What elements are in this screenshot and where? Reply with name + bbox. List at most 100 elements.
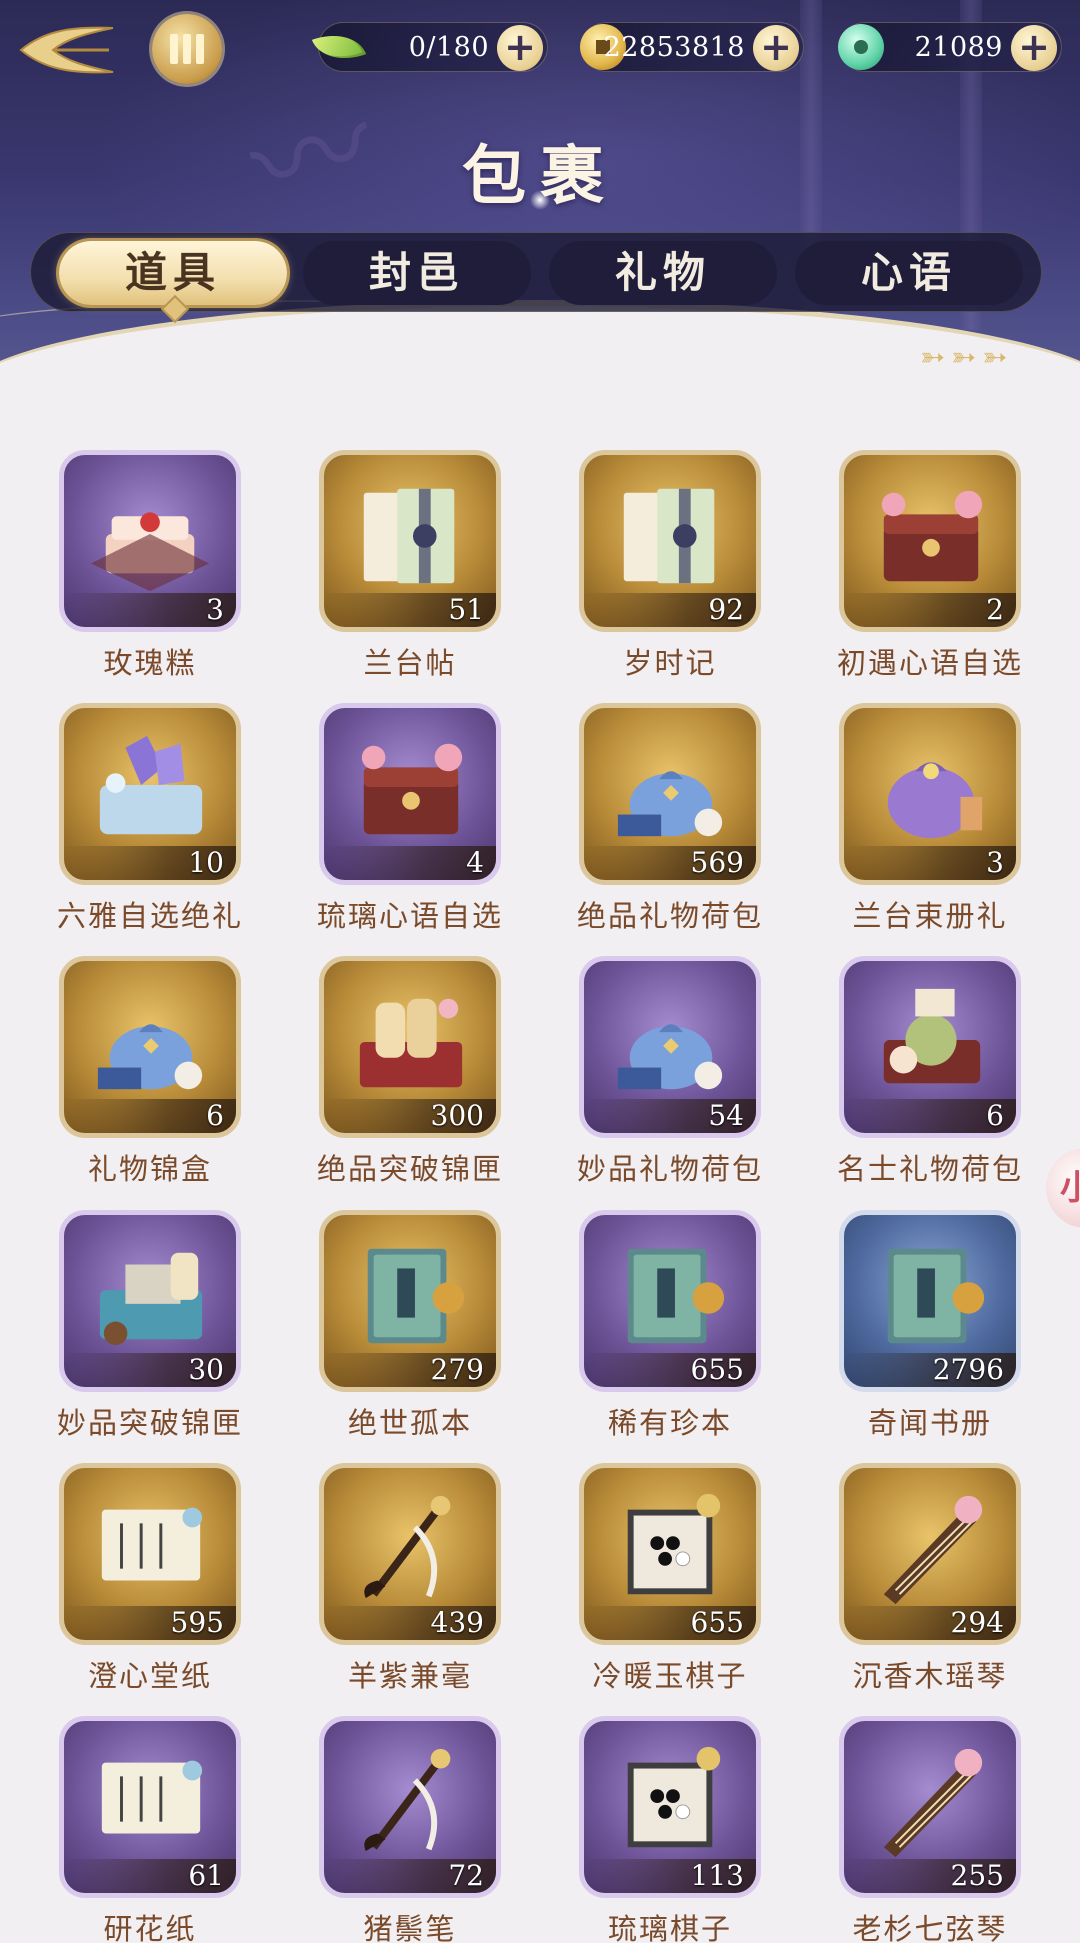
item-count: 655 <box>690 1606 744 1639</box>
inventory-item[interactable]: 10 六雅自选绝礼 <box>20 703 280 938</box>
item-card: 10 <box>59 703 241 885</box>
item-card: 655 <box>579 1463 761 1645</box>
inventory-item[interactable]: 61 研花纸 <box>20 1716 280 1943</box>
inventory-item[interactable]: 294 沉香木瑶琴 <box>800 1463 1060 1698</box>
inventory-item[interactable]: 72 猪鬃笔 <box>280 1716 540 1943</box>
leaf-icon <box>309 17 369 77</box>
item-name: 琉璃棋子 <box>607 1912 732 1943</box>
item-name: 礼物锦盒 <box>87 1152 212 1186</box>
item-name: 名士礼物荷包 <box>836 1152 1023 1186</box>
tab-items[interactable]: 道具 <box>59 241 287 305</box>
item-card: 569 <box>579 703 761 885</box>
tab-heart-words[interactable]: 心语 <box>795 241 1023 305</box>
menu-button[interactable] <box>152 14 222 84</box>
item-name: 妙品礼物荷包 <box>576 1152 763 1186</box>
item-name: 老杉七弦琴 <box>852 1912 1008 1943</box>
inventory-item[interactable]: 3 兰台束册礼 <box>800 703 1060 938</box>
inventory-item[interactable]: 6 礼物锦盒 <box>20 956 280 1191</box>
tab-gifts[interactable]: 礼物 <box>549 241 777 305</box>
item-count: 72 <box>448 1859 484 1892</box>
inventory-item[interactable]: 30 妙品突破锦匣 <box>20 1210 280 1445</box>
item-count: 6 <box>206 1099 224 1132</box>
inventory-item[interactable]: 4 琉璃心语自选 <box>280 703 540 938</box>
item-name: 六雅自选绝礼 <box>56 899 243 933</box>
item-count: 10 <box>188 846 224 879</box>
item-card: 300 <box>319 956 501 1138</box>
item-count: 569 <box>690 846 744 879</box>
item-card: 2 <box>839 450 1021 632</box>
item-card: 113 <box>579 1716 761 1898</box>
pillars-icon <box>170 34 204 64</box>
inventory-item[interactable]: 3 玫瑰糕 <box>20 450 280 685</box>
item-name: 岁时记 <box>623 646 717 680</box>
add-leaf-button[interactable]: + <box>497 25 543 71</box>
inventory-item[interactable]: 595 澄心堂纸 <box>20 1463 280 1698</box>
item-card: 30 <box>59 1210 241 1392</box>
item-count: 294 <box>950 1606 1004 1639</box>
item-card: 439 <box>319 1463 501 1645</box>
item-count: 61 <box>188 1859 224 1892</box>
item-count: 54 <box>708 1099 744 1132</box>
item-count: 4 <box>466 846 484 879</box>
item-name: 冷暖玉棋子 <box>592 1659 748 1693</box>
inventory-item[interactable]: 51 兰台帖 <box>280 450 540 685</box>
item-card: 6 <box>839 956 1021 1138</box>
item-count: 2796 <box>932 1353 1004 1386</box>
inventory-item[interactable]: 655 冷暖玉棋子 <box>540 1463 800 1698</box>
item-card: 3 <box>839 703 1021 885</box>
sparkle-decoration <box>530 190 550 210</box>
add-jade-button[interactable]: + <box>1011 25 1057 71</box>
inventory-item[interactable]: 279 绝世孤本 <box>280 1210 540 1445</box>
item-count: 300 <box>430 1099 484 1132</box>
inventory-item[interactable]: 300 绝品突破锦匣 <box>280 956 540 1191</box>
inventory-item[interactable]: 655 稀有珍本 <box>540 1210 800 1445</box>
item-count: 655 <box>690 1353 744 1386</box>
item-name: 兰台帖 <box>363 646 457 680</box>
item-name: 玫瑰糕 <box>103 646 197 680</box>
tab-bar: 道具 封邑 礼物 心语 <box>30 232 1042 312</box>
back-arrow-icon <box>19 26 114 74</box>
item-name: 澄心堂纸 <box>87 1659 212 1693</box>
item-card: 61 <box>59 1716 241 1898</box>
item-count: 3 <box>206 593 224 626</box>
item-name: 琉璃心语自选 <box>316 899 503 933</box>
item-count: 595 <box>170 1606 224 1639</box>
item-count: 92 <box>708 593 744 626</box>
inventory-item[interactable]: 54 妙品礼物荷包 <box>540 956 800 1191</box>
item-name: 兰台束册礼 <box>852 899 1008 933</box>
item-count: 51 <box>448 593 484 626</box>
inventory-item[interactable]: 113 琉璃棋子 <box>540 1716 800 1943</box>
inventory-item[interactable]: 569 绝品礼物荷包 <box>540 703 800 938</box>
tab-fief[interactable]: 封邑 <box>303 241 531 305</box>
item-name: 沉香木瑶琴 <box>852 1659 1008 1693</box>
inventory-item[interactable]: 92 岁时记 <box>540 450 800 685</box>
item-card: 595 <box>59 1463 241 1645</box>
item-count: 439 <box>430 1606 484 1639</box>
item-count: 6 <box>986 1099 1004 1132</box>
item-card: 4 <box>319 703 501 885</box>
item-card: 72 <box>319 1716 501 1898</box>
item-name: 妙品突破锦匣 <box>56 1406 243 1440</box>
inventory-item[interactable]: 2 初遇心语自选 <box>800 450 1060 685</box>
item-card: 2796 <box>839 1210 1021 1392</box>
item-count: 2 <box>986 593 1004 626</box>
item-card: 6 <box>59 956 241 1138</box>
inventory-item[interactable]: 6 名士礼物荷包 <box>800 956 1060 1191</box>
item-card: 255 <box>839 1716 1021 1898</box>
item-name: 研花纸 <box>103 1912 197 1943</box>
item-count: 113 <box>690 1859 744 1892</box>
item-card: 655 <box>579 1210 761 1392</box>
item-card: 92 <box>579 450 761 632</box>
back-button[interactable] <box>12 14 124 84</box>
inventory-item[interactable]: 255 老杉七弦琴 <box>800 1716 1060 1943</box>
add-coin-button[interactable]: + <box>753 25 799 71</box>
item-card: 51 <box>319 450 501 632</box>
item-name: 绝品突破锦匣 <box>316 1152 503 1186</box>
currency-jade-value: 21089 <box>914 32 1003 63</box>
jade-icon <box>831 17 891 77</box>
inventory-item[interactable]: 2796 奇闻书册 <box>800 1210 1060 1445</box>
item-name: 绝品礼物荷包 <box>576 899 763 933</box>
item-count: 279 <box>430 1353 484 1386</box>
inventory-item[interactable]: 439 羊紫兼毫 <box>280 1463 540 1698</box>
item-count: 3 <box>986 846 1004 879</box>
